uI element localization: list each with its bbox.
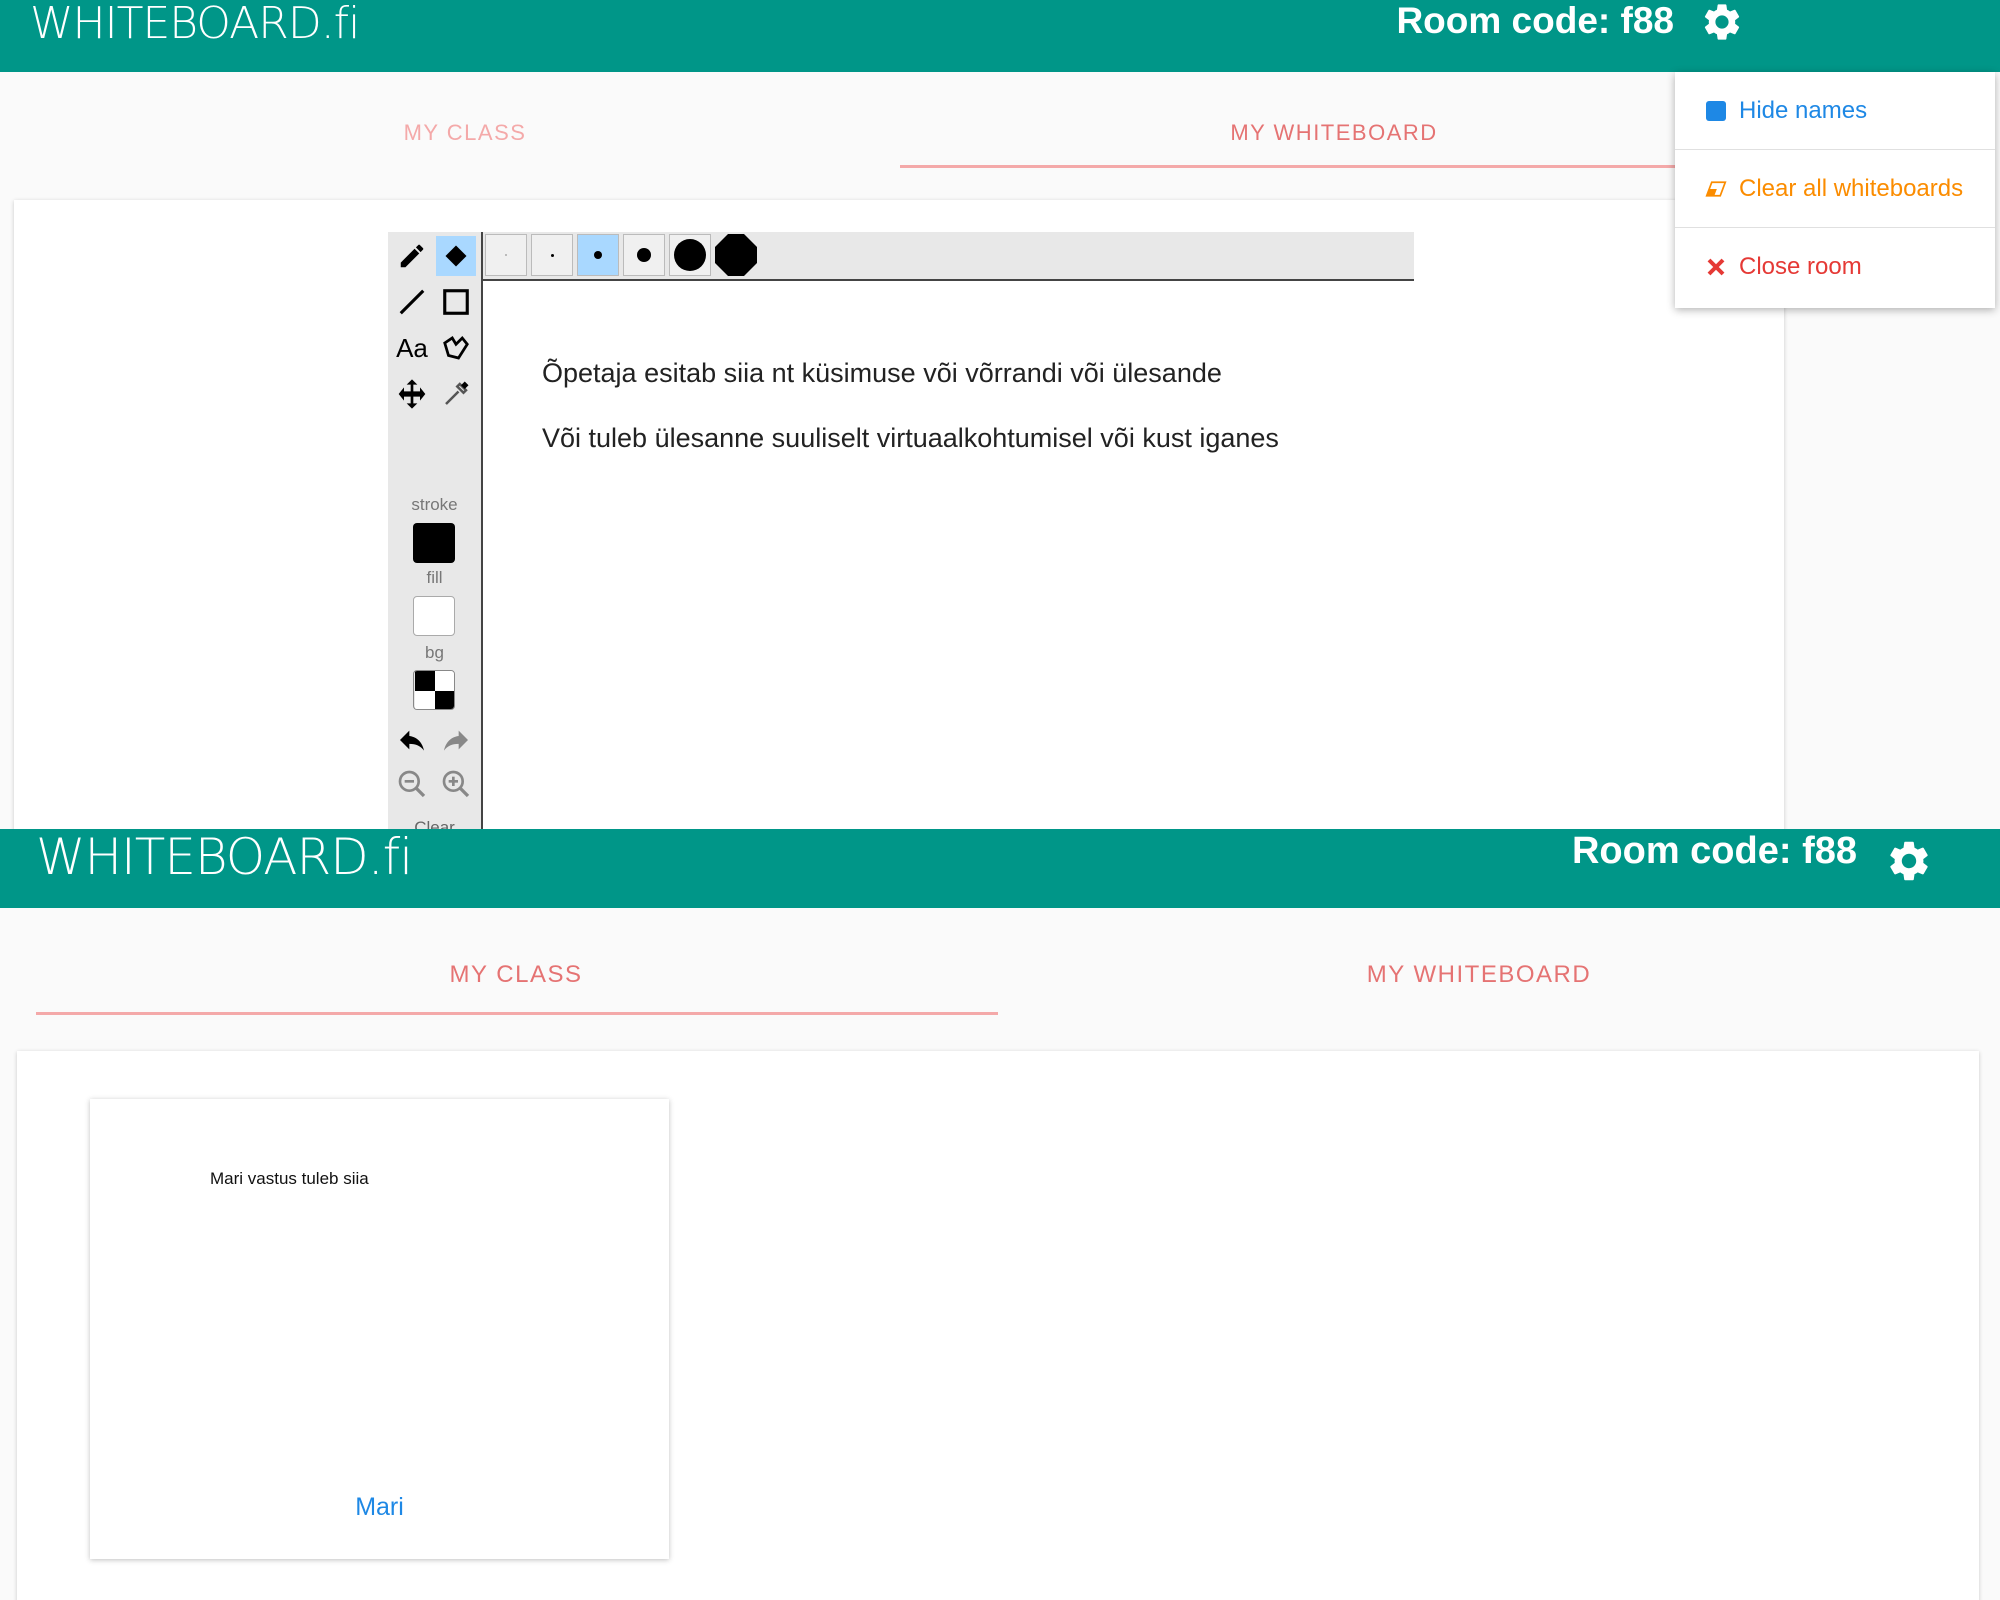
close-room-label: Close room [1739, 253, 1862, 280]
room-code: Room code: f88 [1396, 0, 1674, 41]
pencil-icon[interactable] [392, 236, 432, 276]
hide-names-menu-item[interactable]: Hide names [1675, 72, 1995, 150]
class-overview-view: WHITEBOARD.fi Room code: f88 MY CLASS MY… [0, 829, 2000, 1600]
class-card: Mari vastus tuleb siia Mari [17, 1051, 1979, 1600]
brush-size-3[interactable] [577, 234, 619, 276]
brush-size-6[interactable] [715, 234, 757, 276]
brush-size-5[interactable] [669, 234, 711, 276]
stroke-label: stroke [411, 495, 458, 514]
student-whiteboard-card[interactable]: Mari vastus tuleb siia Mari [90, 1099, 669, 1559]
settings-menu: Hide names Clear all whiteboards Close r… [1675, 72, 1995, 308]
tab-my-class[interactable]: MY CLASS [36, 961, 996, 989]
text-icon[interactable]: Aa [392, 328, 432, 368]
student-answer-text: Mari vastus tuleb siia [210, 1169, 369, 1188]
canvas-text-line-1: Õpetaja esitab siia nt küsimuse või võrr… [542, 358, 1222, 388]
canvas-text-line-2: Või tuleb ülesanne suuliselt virtuaalkoh… [542, 423, 1279, 453]
settings-gear-icon[interactable] [1885, 837, 1929, 881]
line-icon[interactable] [392, 282, 432, 322]
fill-color-swatch[interactable] [413, 596, 455, 636]
hide-names-label: Hide names [1739, 96, 1868, 124]
clear-all-whiteboards-menu-item[interactable]: Clear all whiteboards [1675, 150, 1995, 228]
checkbox-icon [1705, 100, 1727, 122]
zoom-out-icon[interactable] [392, 764, 432, 804]
brush-size-4[interactable] [623, 234, 665, 276]
tab-my-whiteboard[interactable]: MY WHITEBOARD [900, 120, 1768, 146]
settings-gear-icon[interactable] [1700, 0, 1744, 44]
active-tab-indicator [36, 1012, 998, 1015]
bg-label: bg [425, 643, 444, 662]
tab-my-whiteboard[interactable]: MY WHITEBOARD [998, 961, 1960, 989]
app-logo[interactable]: WHITEBOARD.fi [30, 0, 360, 49]
drawing-editor: Aa stroke fill bg Clear Õpetaja esitab s… [388, 232, 1414, 829]
brush-size-bar [483, 232, 1414, 281]
eraser-icon [1705, 178, 1727, 200]
lasso-icon[interactable] [436, 328, 476, 368]
app-bar: WHITEBOARD.fi Room code: f88 [0, 0, 2000, 72]
brush-size-2[interactable] [531, 234, 573, 276]
teacher-whiteboard-view: WHITEBOARD.fi Room code: f88 MY CLASS MY… [0, 0, 2000, 829]
rectangle-icon[interactable] [436, 282, 476, 322]
student-name: Mari [355, 1493, 404, 1521]
brush-size-1[interactable] [485, 234, 527, 276]
room-code: Room code: f88 [1571, 830, 1857, 872]
close-room-menu-item[interactable]: Close room [1675, 228, 1995, 306]
clear-button[interactable]: Clear [388, 818, 481, 829]
bg-color-swatch[interactable] [413, 670, 455, 710]
move-icon[interactable] [392, 374, 432, 414]
active-tab-indicator [900, 165, 1675, 168]
close-icon [1705, 256, 1727, 278]
app-bar: WHITEBOARD.fi Room code: f88 [0, 829, 2000, 908]
stroke-color-swatch[interactable] [413, 523, 455, 563]
redo-icon[interactable] [436, 720, 476, 760]
undo-icon[interactable] [392, 720, 432, 760]
fill-label: fill [426, 568, 443, 587]
clear-all-label: Clear all whiteboards [1739, 174, 1964, 202]
eyedropper-icon[interactable] [436, 374, 476, 414]
app-logo[interactable]: WHITEBOARD.fi [36, 829, 413, 886]
zoom-in-icon[interactable] [436, 764, 476, 804]
eraser-icon[interactable] [436, 236, 476, 276]
tool-palette: Aa stroke fill bg Clear [388, 232, 483, 829]
tab-my-class[interactable]: MY CLASS [0, 120, 930, 146]
